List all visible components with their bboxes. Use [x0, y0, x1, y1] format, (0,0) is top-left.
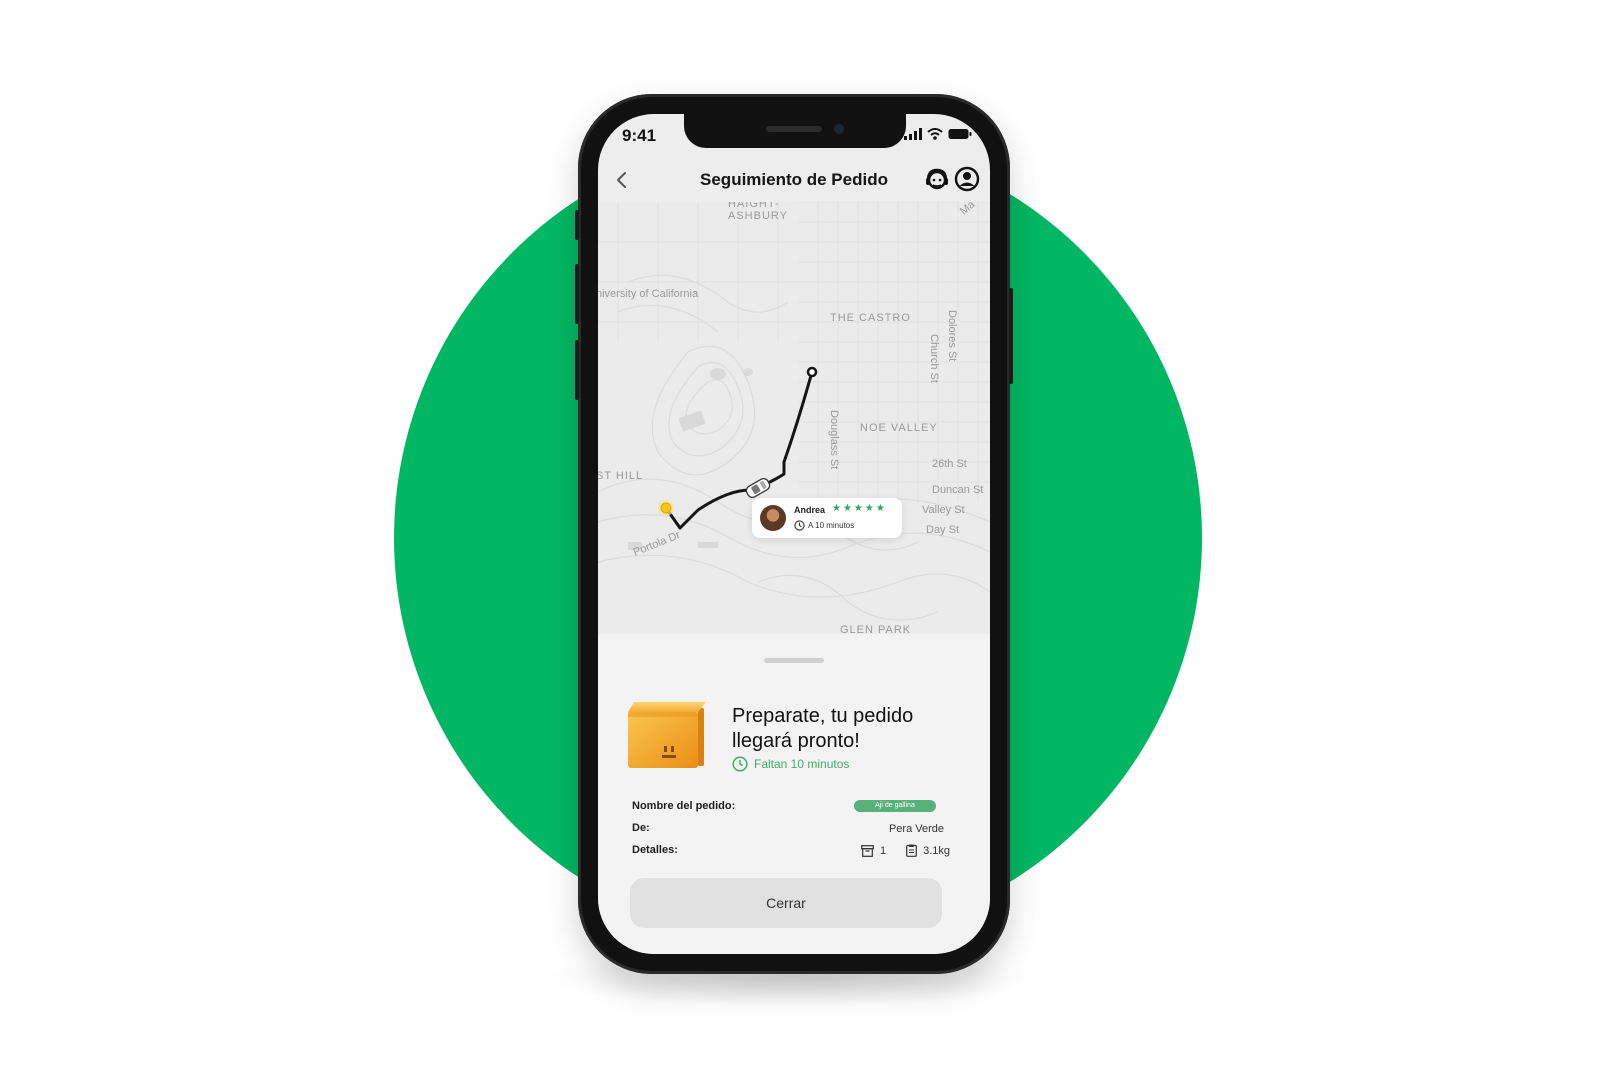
camera [834, 124, 844, 134]
power-button [1009, 288, 1013, 384]
destination-marker [806, 366, 818, 378]
clock-icon [732, 756, 748, 772]
map-view[interactable]: HAIGHT- ASHBURY niversity of California … [598, 202, 990, 634]
silent-switch [575, 210, 579, 240]
order-quantity: 1 [879, 844, 887, 857]
map-label-douglass: Douglass St [828, 410, 840, 470]
order-from-label: De: [632, 822, 650, 834]
order-eta-text: Faltan 10 minutos [754, 757, 850, 771]
order-name-tag: Aji de gallina [854, 800, 936, 812]
order-from-value: Pera Verde [888, 823, 944, 835]
clock-icon [794, 520, 805, 531]
driver-name: Andrea [794, 505, 826, 515]
notch [684, 114, 906, 148]
map-label-glen-park: GLEN PARK [840, 624, 912, 634]
package-box-icon [628, 702, 706, 768]
driver-eta: A 10 minutos [808, 521, 855, 530]
driver-avatar [760, 505, 786, 531]
status-icons [904, 128, 972, 140]
order-headline-line2: llegará pronto! [732, 730, 860, 752]
map-label-valley: Valley St [922, 504, 965, 516]
map-label-day: Day St [926, 524, 960, 536]
sheet-drag-handle[interactable] [764, 658, 824, 663]
user-circle-icon[interactable] [954, 166, 980, 192]
driver-rating-stars: ★★★★★ [832, 503, 887, 514]
map-label-hill: ST HILL [598, 470, 644, 482]
order-name-label: Nombre del pedido: [632, 800, 736, 812]
wifi-icon [927, 128, 943, 140]
map-label-ashbury: ASHBURY [728, 210, 788, 222]
map-label-noe-valley: NOE VALLEY [860, 422, 938, 434]
order-eta-row: Faltan 10 minutos [732, 756, 849, 772]
battery-icon [948, 129, 972, 139]
order-headline-line1: Preparate, tu pedido [732, 705, 914, 727]
map-label-church: Church St [928, 334, 940, 383]
clipboard-icon [906, 844, 917, 857]
order-sheet: Preparate, tu pedido llegará pronto! Fal… [598, 634, 990, 954]
order-details: 1 3.1kg [861, 844, 950, 857]
app-header: Seguimiento de Pedido [598, 158, 990, 202]
map-label-26th: 26th St [932, 458, 967, 470]
order-details-label: Detalles: [632, 844, 678, 856]
support-agent-icon[interactable] [924, 166, 950, 192]
signal-icon [904, 128, 922, 140]
map-label-haight: HAIGHT- [728, 202, 780, 210]
volume-down-button [575, 340, 579, 400]
status-time: 9:41 [622, 126, 657, 145]
map-label-castro: THE CASTRO [830, 312, 911, 324]
map-label-dolores: Dolores St [946, 310, 958, 362]
archive-box-icon [861, 844, 874, 857]
map-label-duncan: Duncan St [932, 484, 984, 496]
origin-marker [660, 502, 672, 514]
map-label-university: niversity of California [598, 288, 699, 300]
map-background [598, 202, 990, 634]
speaker [766, 126, 822, 132]
order-headline: Preparate, tu pedido llegará pronto! [732, 704, 972, 754]
phone-frame: 9:41 Seguimiento de Pedido HAIGHT- ASHBU… [575, 94, 1013, 974]
order-weight: 3.1kg [923, 844, 950, 857]
app-screen: 9:41 Seguimiento de Pedido HAIGHT- ASHBU… [598, 114, 990, 954]
driver-card[interactable]: Andrea ★★★★★ A 10 minutos [752, 498, 902, 538]
close-button[interactable]: Cerrar [630, 878, 942, 928]
volume-up-button [575, 264, 579, 324]
